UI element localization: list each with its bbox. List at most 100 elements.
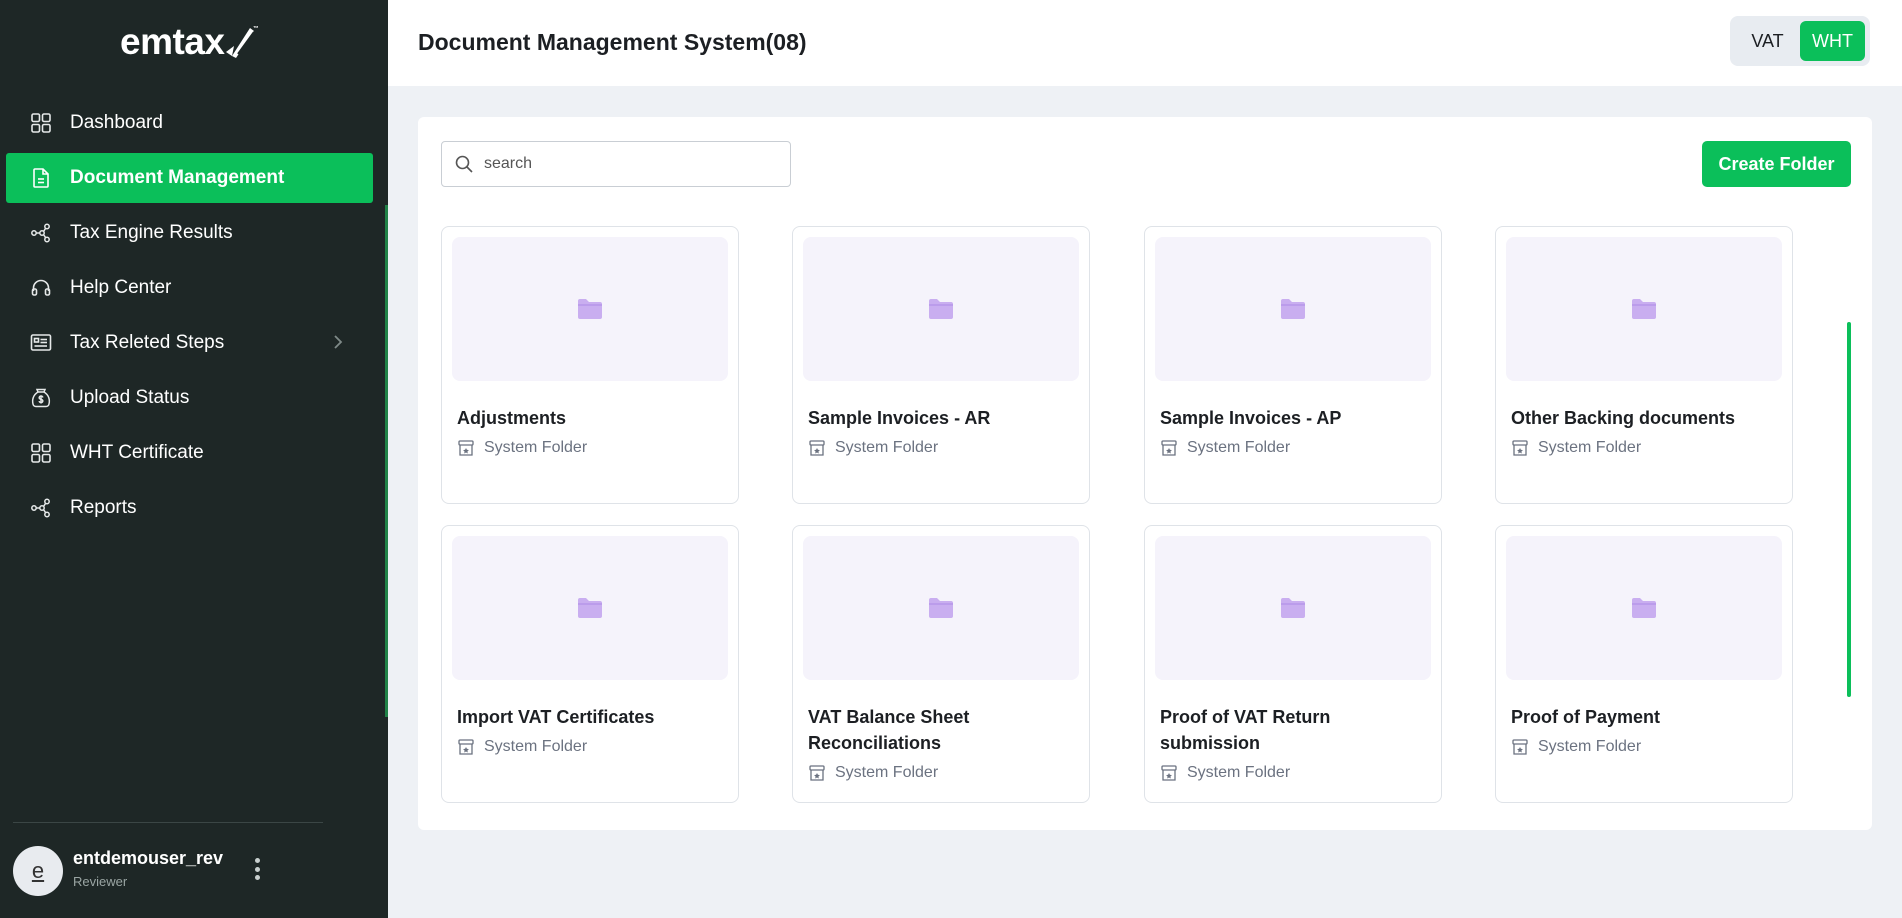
sidebar-item-document-management[interactable]: Document Management xyxy=(6,153,373,203)
folder-icon xyxy=(929,598,953,618)
avatar[interactable]: e xyxy=(13,846,63,896)
search-box[interactable] xyxy=(441,141,791,187)
folder-icon xyxy=(1632,598,1656,618)
folder-type-label: System Folder xyxy=(1187,764,1291,781)
sidebar: emtax ™ Dashboard Document Management Ta… xyxy=(0,0,388,918)
folder-icon xyxy=(1632,299,1656,319)
folder-thumbnail xyxy=(452,536,728,680)
folder-name: Adjustments xyxy=(457,408,567,428)
archive-icon xyxy=(1511,439,1529,457)
folder-type-label: System Folder xyxy=(1187,439,1291,456)
folder-name: VAT Balance Sheet Reconciliations xyxy=(808,707,970,753)
sidebar-item-label: Reports xyxy=(70,497,137,518)
folder-card-proof-of-vat-return-submission[interactable]: Proof of VAT Return submission System Fo… xyxy=(1144,525,1442,803)
sidebar-item-dashboard[interactable]: Dashboard xyxy=(6,98,373,148)
search-input[interactable] xyxy=(484,155,784,173)
folder-type-label: System Folder xyxy=(835,764,939,781)
folder-thumbnail xyxy=(452,237,728,381)
folder-card-vat-balance-sheet-reconciliations[interactable]: VAT Balance Sheet Reconciliations System… xyxy=(792,525,1090,803)
folder-type: System Folder xyxy=(457,439,587,457)
archive-icon xyxy=(1511,738,1529,756)
folder-icon xyxy=(1281,299,1305,319)
user-role: Reviewer xyxy=(73,874,128,889)
grid-icon xyxy=(30,112,52,134)
sidebar-item-tax-releted-steps[interactable]: Tax Releted Steps xyxy=(6,318,373,368)
search-icon xyxy=(454,154,474,174)
folder-card-other-backing-documents[interactable]: Other Backing documents System Folder xyxy=(1495,226,1793,504)
page-title: Document Management System(08) xyxy=(418,29,807,55)
document-icon xyxy=(30,167,52,189)
sidebar-item-help-center[interactable]: Help Center xyxy=(6,263,373,313)
folder-type-label: System Folder xyxy=(835,439,939,456)
page-header: Document Management System(08) VAT WHT xyxy=(388,0,1902,86)
folder-name: Other Backing documents xyxy=(1511,408,1736,428)
folder-name: Sample Invoices - AR xyxy=(808,408,991,428)
folder-type: System Folder xyxy=(808,764,938,782)
scrollbar[interactable] xyxy=(1847,322,1851,697)
sidebar-item-label: Tax Releted Steps xyxy=(70,332,225,353)
folder-type-label: System Folder xyxy=(1538,738,1642,755)
folder-card-sample-invoices-ar[interactable]: Sample Invoices - AR System Folder xyxy=(792,226,1090,504)
logo-text: emtax xyxy=(120,21,225,62)
archive-icon xyxy=(808,764,826,782)
emtax-logo[interactable]: emtax ™ xyxy=(120,18,260,66)
sidebar-item-label: Tax Engine Results xyxy=(70,222,233,243)
folder-thumbnail xyxy=(1506,237,1782,381)
folder-icon xyxy=(929,299,953,319)
toggle-vat[interactable]: VAT xyxy=(1735,21,1800,61)
sidebar-divider xyxy=(13,822,323,823)
grid-icon xyxy=(30,442,52,464)
folder-name: Proof of VAT Return submission xyxy=(1160,707,1331,753)
folder-icon xyxy=(1281,598,1305,618)
create-folder-button[interactable]: Create Folder xyxy=(1702,141,1851,187)
user-name: entdemouser_rev xyxy=(73,848,224,868)
logo-check-mark-icon: ™ xyxy=(224,22,260,62)
more-vertical-icon[interactable] xyxy=(245,852,269,886)
folder-card-proof-of-payment[interactable]: Proof of Payment System Folder xyxy=(1495,525,1793,803)
folder-icon xyxy=(578,598,602,618)
sidebar-item-label: Dashboard xyxy=(70,112,163,133)
archive-icon xyxy=(808,439,826,457)
folder-type: System Folder xyxy=(1160,439,1290,457)
chevron-right-icon xyxy=(333,333,343,356)
sidebar-item-upload-status[interactable]: Upload Status xyxy=(6,373,373,423)
svg-text:™: ™ xyxy=(253,25,258,32)
sidebar-item-tax-engine-results[interactable]: Tax Engine Results xyxy=(6,208,373,258)
user-profile: e entdemouser_rev Reviewer xyxy=(13,844,323,898)
archive-icon xyxy=(457,738,475,756)
network-icon xyxy=(30,497,52,519)
list-icon xyxy=(30,332,52,354)
folder-icon xyxy=(578,299,602,319)
folder-thumbnail xyxy=(1155,237,1431,381)
folder-thumbnail xyxy=(803,237,1079,381)
folder-name: Import VAT Certificates xyxy=(457,707,655,727)
network-icon xyxy=(30,222,52,244)
toggle-wht[interactable]: WHT xyxy=(1800,21,1865,61)
folder-type-label: System Folder xyxy=(1538,439,1642,456)
archive-icon xyxy=(1160,764,1178,782)
archive-icon xyxy=(1160,439,1178,457)
folder-type: System Folder xyxy=(1511,738,1641,756)
sidebar-item-reports[interactable]: Reports xyxy=(6,483,373,533)
folder-card-adjustments[interactable]: Adjustments System Folder xyxy=(441,226,739,504)
folder-thumbnail xyxy=(1506,536,1782,680)
headset-icon xyxy=(30,277,52,299)
folder-card-import-vat-certificates[interactable]: Import VAT Certificates System Folder xyxy=(441,525,739,803)
sidebar-item-label: Help Center xyxy=(70,277,172,298)
sidebar-item-label: Upload Status xyxy=(70,387,190,408)
folder-type-label: System Folder xyxy=(484,439,588,456)
money-bag-icon xyxy=(30,387,52,409)
folder-panel: Create Folder Adjustments System Folder … xyxy=(418,117,1872,830)
folder-type: System Folder xyxy=(1160,764,1290,782)
folder-type: System Folder xyxy=(457,738,587,756)
sidebar-scroll-indicator xyxy=(385,205,388,717)
archive-icon xyxy=(457,439,475,457)
folder-card-sample-invoices-ap[interactable]: Sample Invoices - AP System Folder xyxy=(1144,226,1442,504)
sidebar-item-label: Document Management xyxy=(70,167,285,188)
sidebar-item-wht-certificate[interactable]: WHT Certificate xyxy=(6,428,373,478)
folder-type-label: System Folder xyxy=(484,738,588,755)
sidebar-nav: Dashboard Document Management Tax Engine… xyxy=(6,98,373,538)
folder-type: System Folder xyxy=(1511,439,1641,457)
sidebar-item-label: WHT Certificate xyxy=(70,442,204,463)
vat-wht-toggle: VAT WHT xyxy=(1730,16,1870,66)
